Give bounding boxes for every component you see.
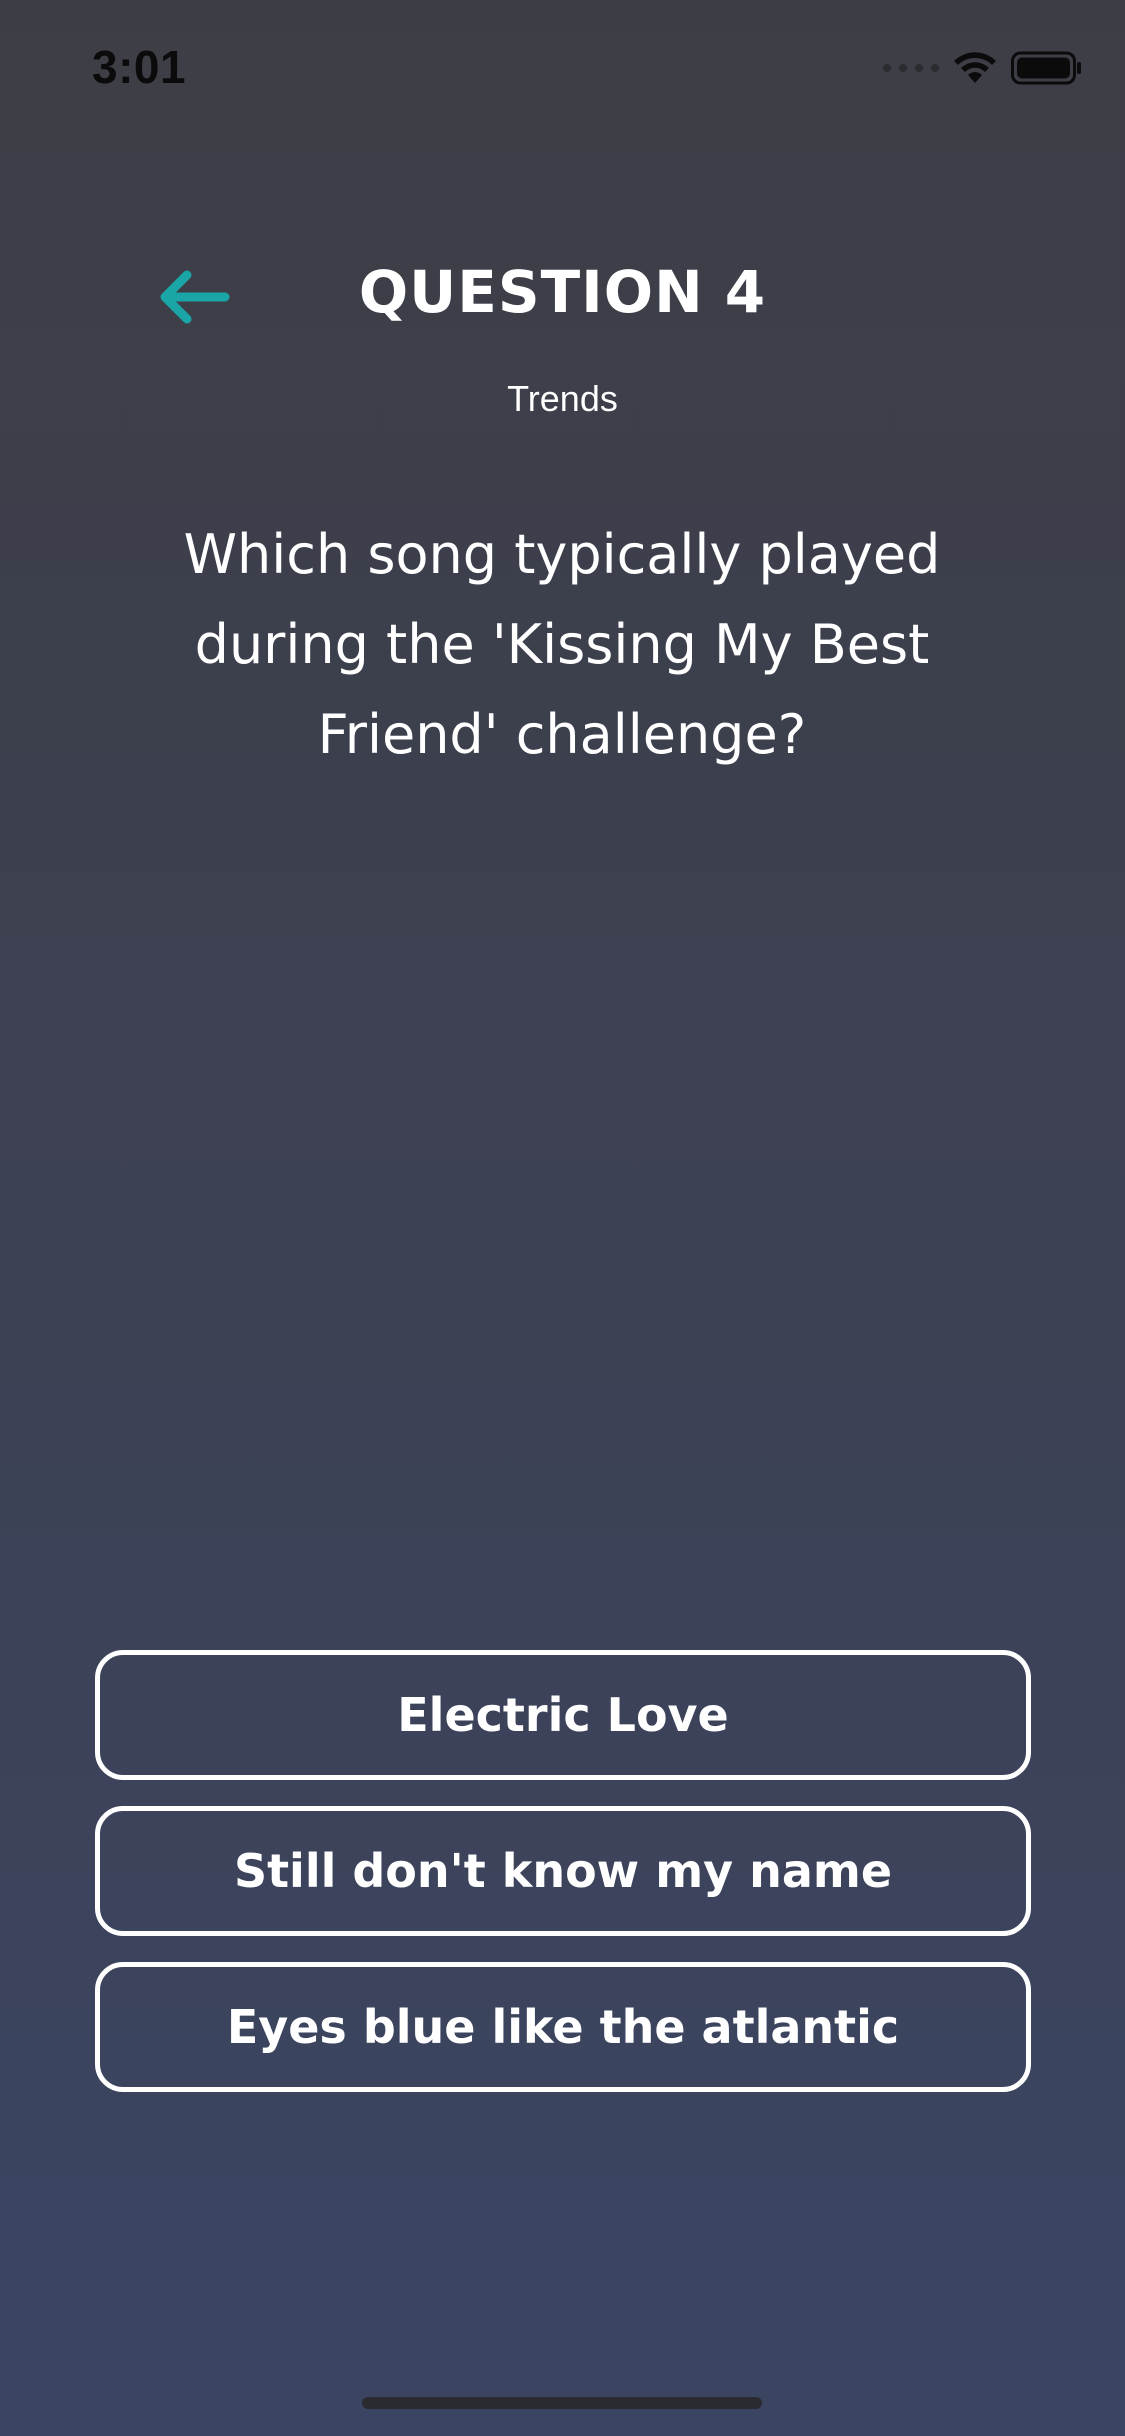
status-bar: 3:01 [0, 0, 1125, 140]
home-indicator[interactable] [362, 2397, 762, 2409]
status-icons [883, 48, 1083, 88]
status-time: 3:01 [92, 41, 187, 93]
category-label: Trends [507, 378, 618, 419]
question-text: Which song typically played during the '… [183, 523, 941, 766]
battery-icon [1011, 51, 1081, 85]
answer-button-2[interactable]: Still don't know my name [95, 1806, 1031, 1936]
page-title: QUESTION 4 [358, 258, 767, 326]
answer-list: Electric Love Still don't know my name E… [95, 1650, 1031, 2092]
signal-icon [883, 64, 939, 72]
answer-button-3[interactable]: Eyes blue like the atlantic [95, 1962, 1031, 2092]
wifi-icon [954, 52, 996, 83]
answer-button-1[interactable]: Electric Love [95, 1650, 1031, 1780]
